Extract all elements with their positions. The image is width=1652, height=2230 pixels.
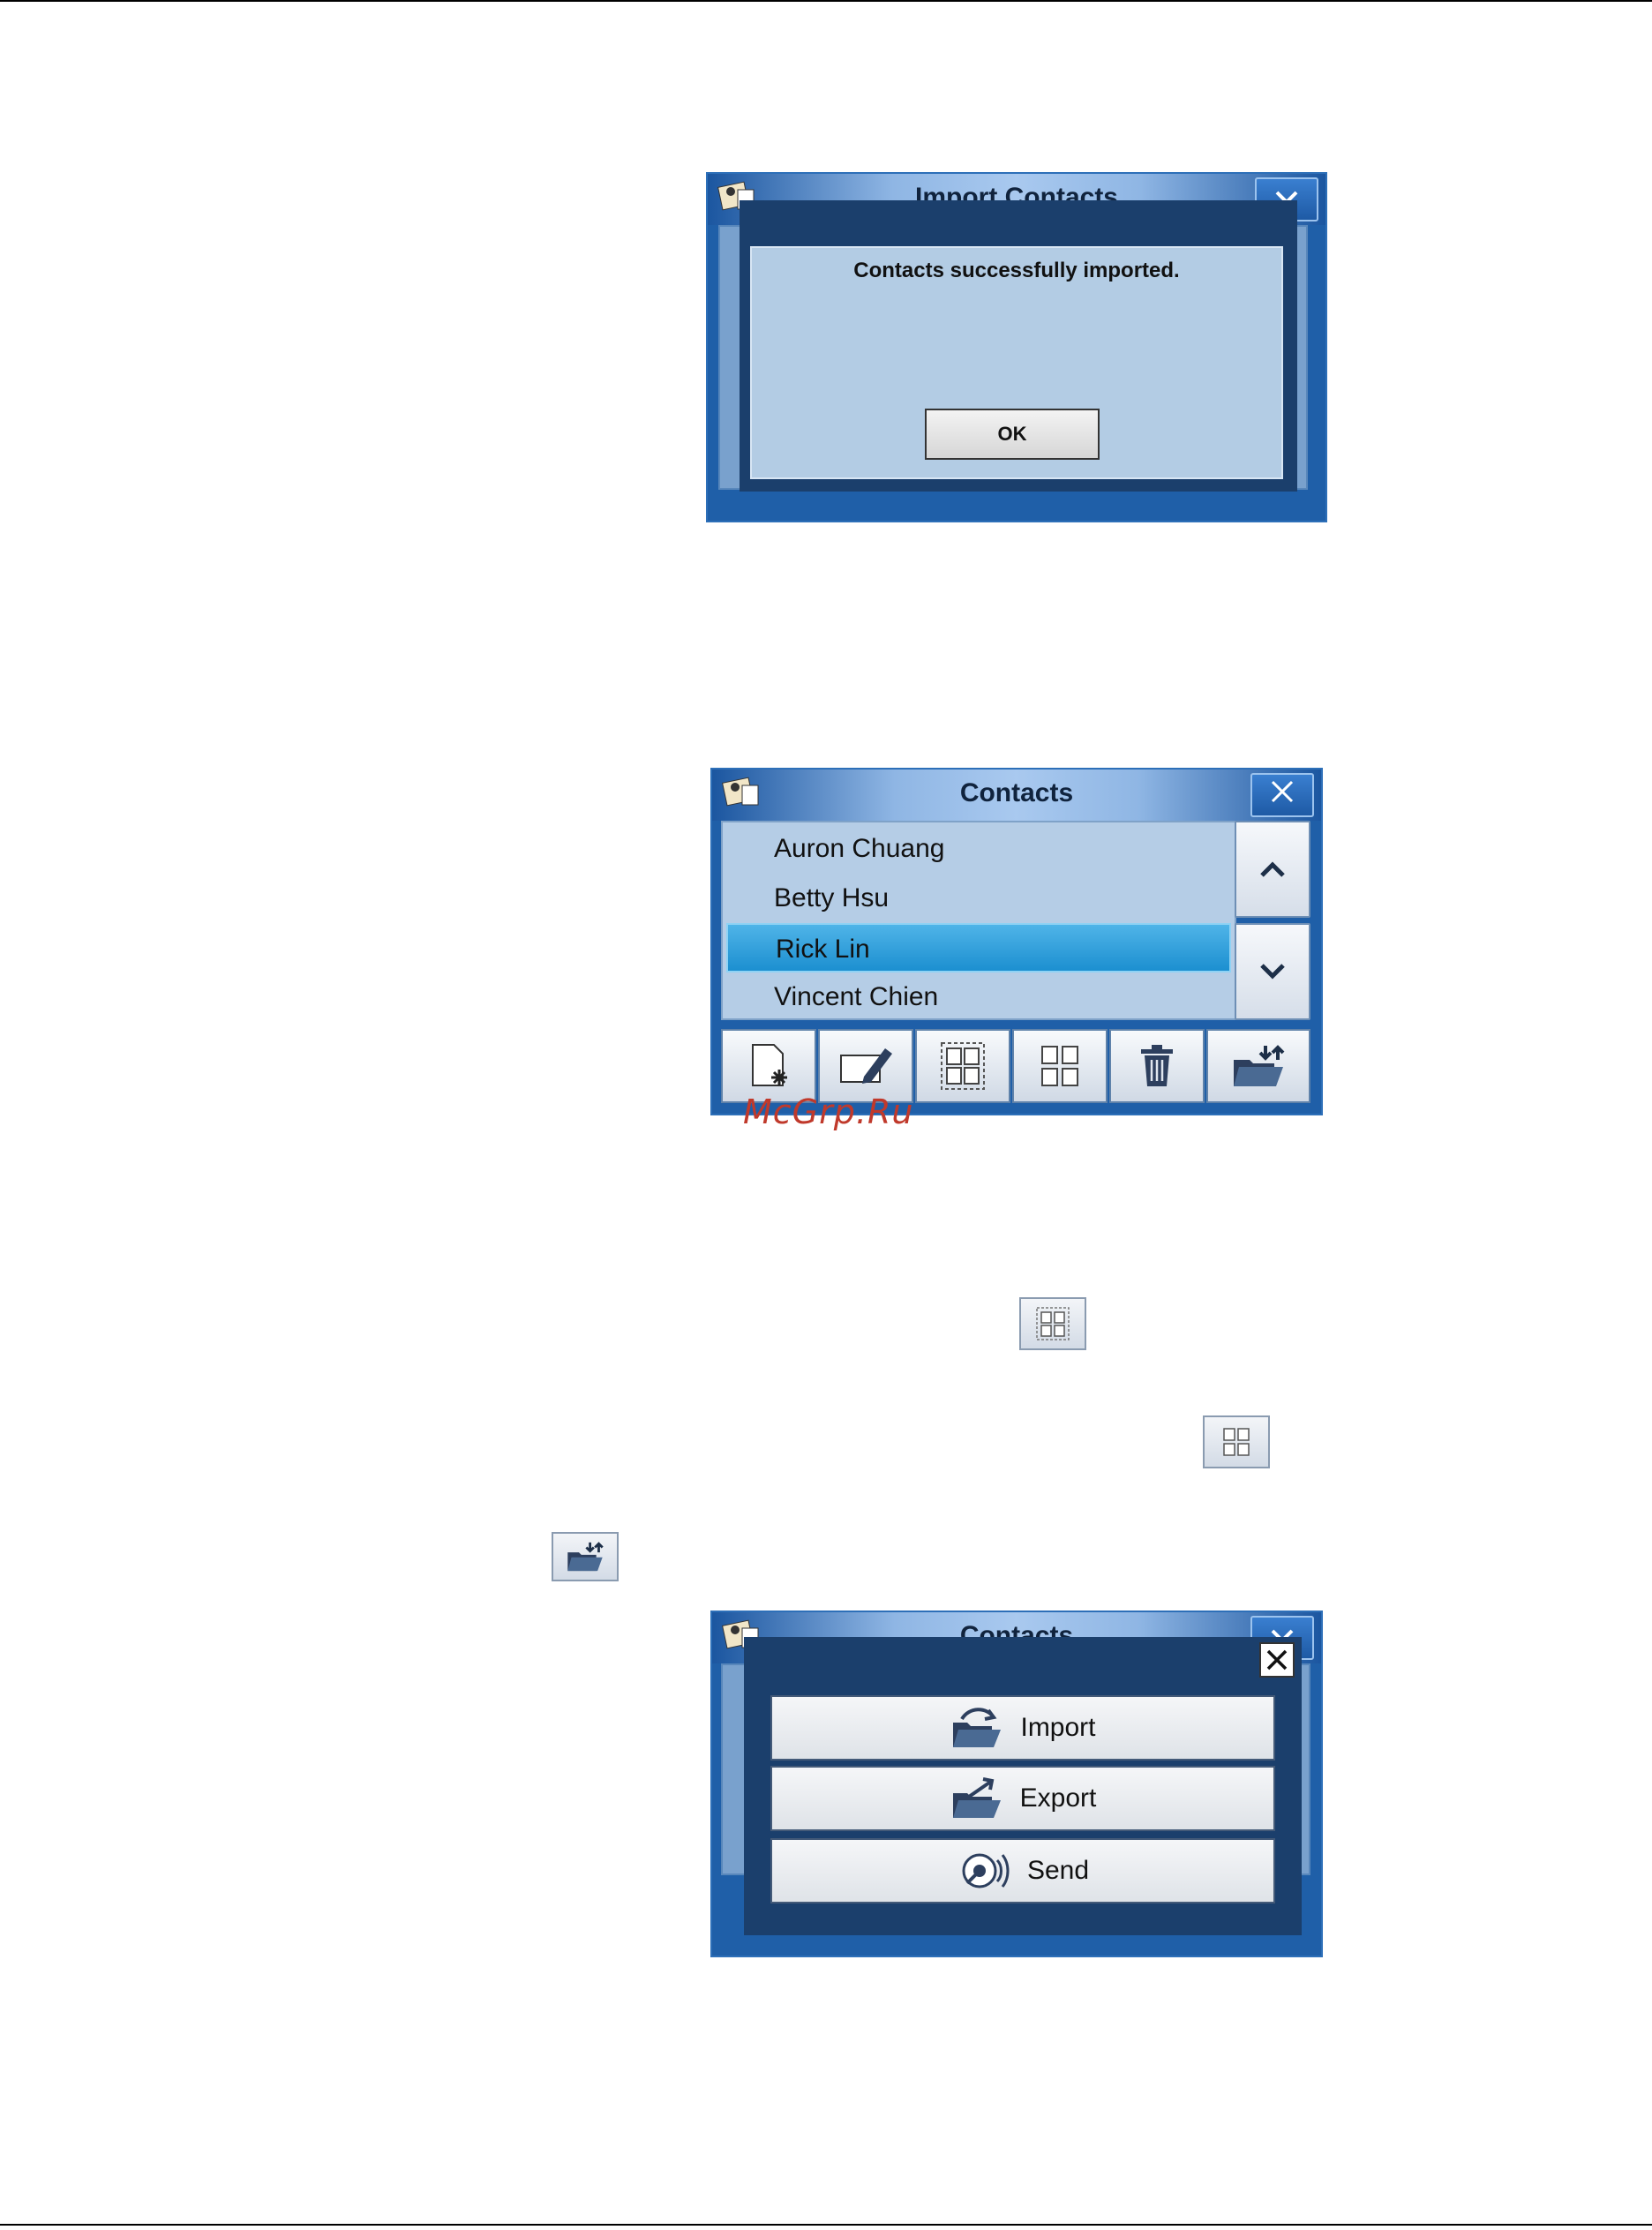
dialog-body: Contacts successfully imported. OK: [750, 246, 1283, 479]
export-folder-icon: [952, 1777, 1001, 1818]
close-icon: [1271, 780, 1294, 803]
export-label: Export: [1019, 1783, 1097, 1813]
success-dialog: Contacts successfully imported. OK: [740, 200, 1297, 492]
import-export-inline-button: [552, 1532, 619, 1581]
select-all-icon: [941, 1042, 985, 1090]
send-menu-button[interactable]: Send: [770, 1838, 1275, 1903]
delete-button[interactable]: [1109, 1029, 1205, 1103]
window-title: Contacts: [959, 778, 1074, 807]
chevron-down-icon: [1260, 964, 1285, 980]
scroll-down-button[interactable]: [1235, 923, 1310, 1020]
export-menu-button[interactable]: Export: [770, 1766, 1275, 1831]
import-export-folder-icon: [1234, 1045, 1285, 1086]
trash-icon: [1141, 1045, 1173, 1086]
close-button[interactable]: [1250, 773, 1314, 817]
deselect-all-icon: [1041, 1046, 1078, 1086]
select-all-icon: [1036, 1307, 1070, 1340]
select-all-button[interactable]: [915, 1029, 1010, 1103]
contact-name: Rick Lin: [776, 935, 870, 964]
scroll-up-button[interactable]: [1235, 821, 1310, 918]
contact-name: Betty Hsu: [774, 883, 890, 912]
import-export-menu: Import Export Send: [744, 1637, 1302, 1935]
contact-list: Auron Chuang Betty Hsu Rick Lin Vincent …: [721, 821, 1236, 1020]
close-icon: [1266, 1649, 1288, 1671]
edit-contact-icon: [840, 1048, 892, 1084]
select-all-inline-button: [1019, 1297, 1086, 1350]
send-icon: [962, 1853, 1010, 1888]
contact-row[interactable]: Vincent Chien: [723, 972, 1235, 1022]
watermark-text: McGrp.Ru: [743, 1092, 914, 1131]
chevron-up-icon: [1260, 861, 1285, 877]
contact-row[interactable]: Betty Hsu: [723, 874, 1235, 923]
new-contact-icon: [752, 1044, 787, 1086]
send-label: Send: [1026, 1856, 1090, 1885]
dialog-message: Contacts successfully imported.: [853, 259, 1180, 282]
contact-row-selected[interactable]: Rick Lin: [726, 923, 1231, 972]
contacts-window: Contacts Auron Chuang Betty Hsu Rick Lin…: [710, 768, 1323, 1115]
deselect-all-inline-button: [1203, 1415, 1270, 1468]
ok-button[interactable]: OK: [925, 409, 1100, 460]
import-contacts-window: Import Contacts Contacts successfully im…: [706, 172, 1327, 522]
deselect-all-button[interactable]: [1012, 1029, 1108, 1103]
contact-name: Auron Chuang: [774, 834, 945, 863]
import-label: Import: [1020, 1713, 1096, 1742]
deselect-all-icon: [1223, 1428, 1250, 1456]
bottom-rule: [0, 2224, 1652, 2226]
menu-close-button[interactable]: [1259, 1642, 1295, 1678]
title-bar: Contacts: [712, 770, 1321, 821]
contact-name: Vincent Chien: [774, 982, 939, 1011]
contacts-menu-window: Contacts Import Export Send: [710, 1611, 1323, 1957]
import-menu-button[interactable]: Import: [770, 1695, 1275, 1761]
contact-row[interactable]: Auron Chuang: [723, 824, 1235, 874]
import-export-folder-icon: [567, 1542, 604, 1572]
import-folder-icon: [953, 1708, 1002, 1747]
import-export-button[interactable]: [1206, 1029, 1310, 1103]
top-rule: [0, 0, 1652, 2]
